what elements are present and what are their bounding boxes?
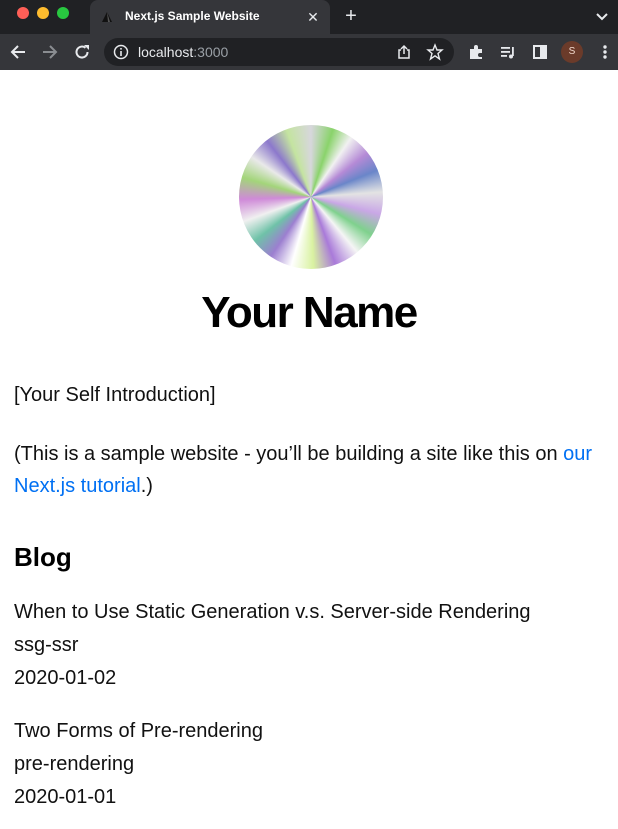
media-queue-icon[interactable] <box>499 43 517 61</box>
close-window-button[interactable] <box>17 7 29 19</box>
post-date: 2020-01-02 <box>14 667 117 689</box>
blog-post-item: Two Forms of Pre-rendering pre-rendering… <box>14 715 263 814</box>
sample-note: (This is a sample website - you’ll be bu… <box>14 438 604 502</box>
sample-note-prefix: (This is a sample website - you’ll be bu… <box>14 443 564 465</box>
forward-arrow-icon[interactable] <box>41 43 59 61</box>
address-bar[interactable]: localhost:3000 <box>104 38 454 66</box>
post-date: 2020-01-01 <box>14 786 117 808</box>
profile-avatar[interactable]: S <box>561 41 583 63</box>
new-tab-button[interactable]: + <box>341 6 361 26</box>
share-icon[interactable] <box>396 44 412 60</box>
post-title: When to Use Static Generation v.s. Serve… <box>14 601 531 623</box>
post-id: pre-rendering <box>14 753 135 775</box>
url-host: localhost <box>138 44 194 60</box>
chevron-down-icon[interactable] <box>594 8 610 24</box>
more-menu-icon[interactable] <box>596 43 614 61</box>
url-port: :3000 <box>193 44 229 60</box>
extensions-puzzle-icon[interactable] <box>467 43 485 61</box>
bookmark-star-icon[interactable] <box>426 43 444 61</box>
browser-titlebar: Next.js Sample Website ✕ + <box>0 0 618 34</box>
browser-toolbar: localhost:3000 S <box>0 34 618 70</box>
tab-close-icon[interactable]: ✕ <box>304 8 322 26</box>
blog-post-item: When to Use Static Generation v.s. Serve… <box>14 596 531 695</box>
site-info-icon[interactable] <box>113 44 129 60</box>
browser-tab-active[interactable]: Next.js Sample Website ✕ <box>90 0 330 34</box>
zoom-window-button[interactable] <box>57 7 69 19</box>
minimize-window-button[interactable] <box>37 7 49 19</box>
sample-note-suffix: .) <box>140 475 153 497</box>
back-arrow-icon[interactable] <box>9 43 27 61</box>
nextjs-triangle-icon <box>102 12 112 22</box>
post-id: ssg-ssr <box>14 634 79 656</box>
profile-image <box>239 125 383 269</box>
reload-icon[interactable] <box>73 43 91 61</box>
self-introduction: [Your Self Introduction] <box>14 384 216 406</box>
blog-heading: Blog <box>14 542 72 572</box>
side-panel-icon[interactable] <box>531 43 549 61</box>
page-title: Your Name <box>201 288 418 337</box>
url-text[interactable]: localhost:3000 <box>138 44 228 60</box>
post-title: Two Forms of Pre-rendering <box>14 720 263 742</box>
tab-title: Next.js Sample Website <box>125 9 260 23</box>
